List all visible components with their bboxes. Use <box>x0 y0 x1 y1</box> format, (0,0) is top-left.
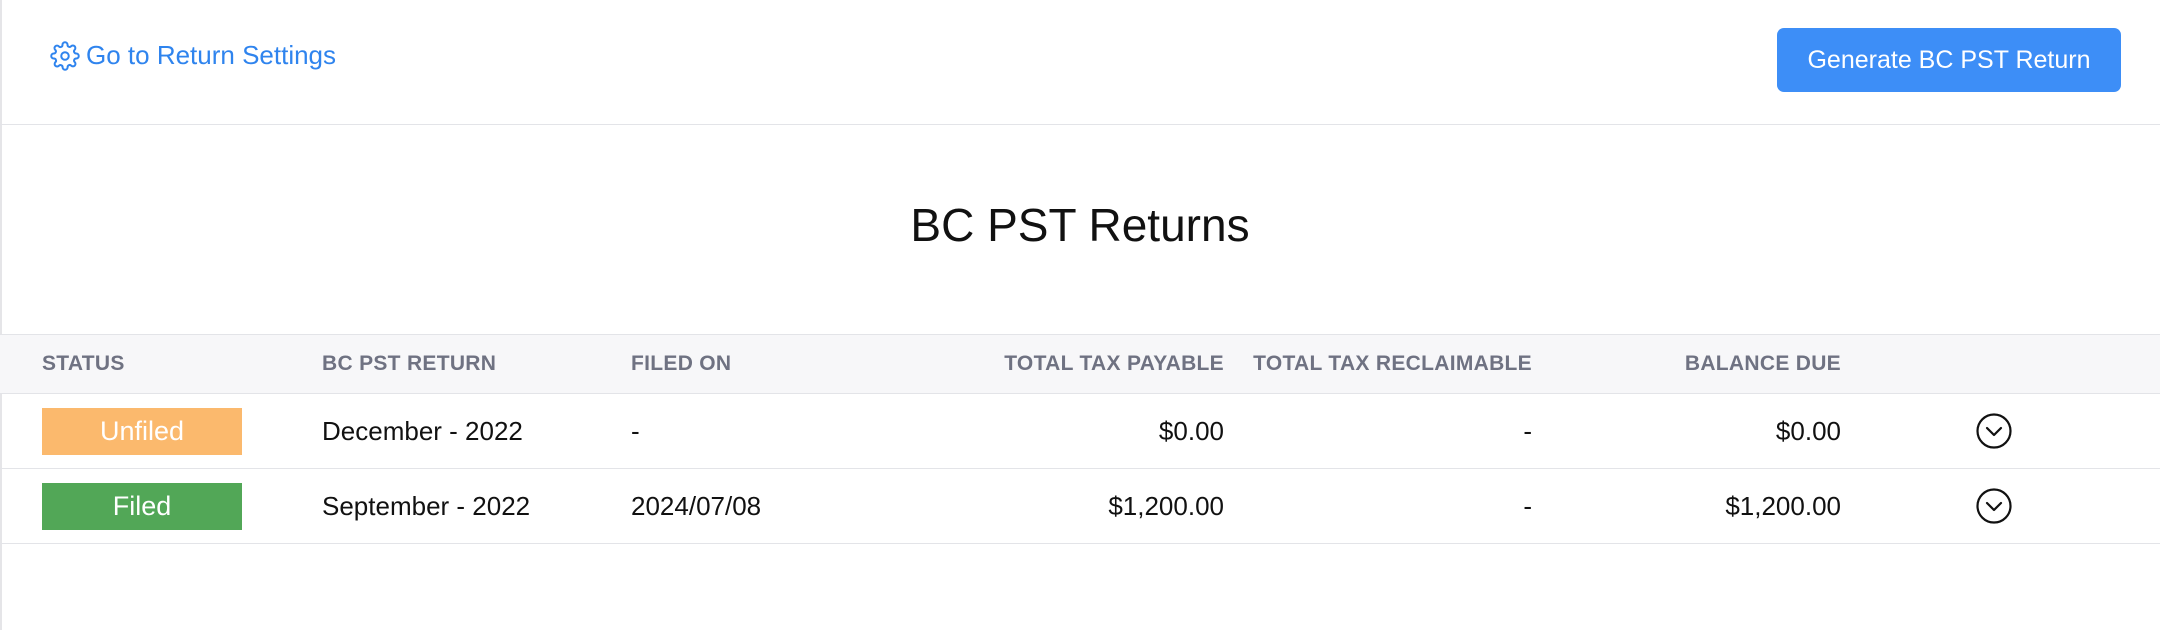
balance-due: $1,200.00 <box>1725 491 1841 521</box>
status-badge: Filed <box>42 483 242 530</box>
return-period: September - 2022 <box>322 491 531 521</box>
return-settings-link[interactable]: Go to Return Settings <box>50 40 336 71</box>
return-period: December - 2022 <box>322 416 523 446</box>
total-tax-reclaimable: - <box>1523 416 1532 446</box>
generate-return-button[interactable]: Generate BC PST Return <box>1777 28 2121 92</box>
column-header-filed-on: FILED ON <box>631 352 732 375</box>
table-row[interactable]: Unfiled December - 2022 - $0.00 - $0.00 <box>0 394 2160 469</box>
top-bar: Go to Return Settings Generate BC PST Re… <box>0 0 2160 125</box>
filed-on: - <box>631 416 640 446</box>
total-tax-payable: $0.00 <box>1158 416 1224 446</box>
column-header-status: STATUS <box>42 352 125 375</box>
total-tax-payable: $1,200.00 <box>1108 491 1224 521</box>
return-settings-label: Go to Return Settings <box>86 40 337 70</box>
page-title: BC PST Returns <box>910 199 1250 251</box>
column-header-balance-due: BALANCE DUE <box>1684 352 1841 375</box>
column-header-tax-reclaimable: TOTAL TAX RECLAIMABLE <box>1253 352 1532 375</box>
column-header-return: BC PST RETURN <box>322 352 497 375</box>
returns-table: STATUS BC PST RETURN FILED ON TOTAL TAX … <box>0 334 2160 544</box>
status-badge: Unfiled <box>42 408 242 455</box>
table-header: STATUS BC PST RETURN FILED ON TOTAL TAX … <box>0 334 2160 394</box>
filed-on: 2024/07/08 <box>631 491 762 521</box>
gear-icon <box>50 40 80 71</box>
balance-due: $0.00 <box>1775 416 1841 446</box>
total-tax-reclaimable: - <box>1523 491 1532 521</box>
chevron-down-circle-icon[interactable] <box>1975 487 2013 525</box>
chevron-down-circle-icon[interactable] <box>1975 412 2013 450</box>
column-header-tax-payable: TOTAL TAX PAYABLE <box>1004 352 1224 375</box>
table-row[interactable]: Filed September - 2022 2024/07/08 $1,200… <box>0 469 2160 544</box>
